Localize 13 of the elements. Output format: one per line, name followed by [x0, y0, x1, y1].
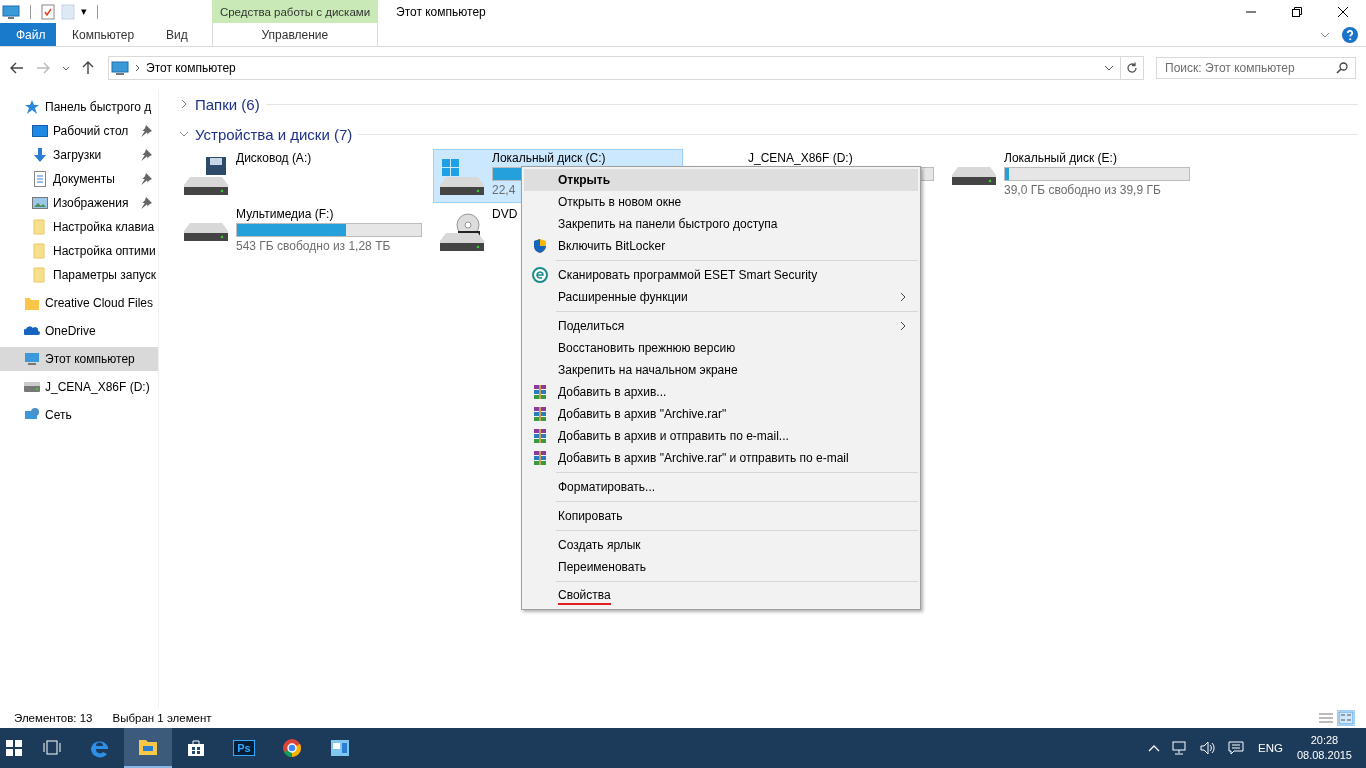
drive-name: Локальный диск (E:) — [1004, 152, 1118, 165]
drive-name: J_CENA_X86F (D:) — [748, 152, 854, 165]
drive-name: Мультимедиа (F:) — [236, 208, 335, 221]
drive-name: Локальный диск (C:) — [492, 152, 607, 165]
item-count: Элементов: 13 — [14, 712, 93, 724]
drive-name: Дисковод (A:) — [236, 152, 313, 165]
drive-name: DVD — [492, 208, 519, 221]
context-tab-group: Средства работы с дисками — [212, 0, 378, 23]
free-space-text: 39,0 ГБ свободно из 39,9 ГБ — [1004, 183, 1162, 197]
selection-count: Выбран 1 элемент — [112, 712, 212, 724]
window-title: Этот компьютер — [396, 4, 486, 19]
free-space-text: 543 ГБ свободно из 1,28 ТБ — [236, 239, 392, 253]
free-space-text: 22,4 — [492, 183, 517, 197]
